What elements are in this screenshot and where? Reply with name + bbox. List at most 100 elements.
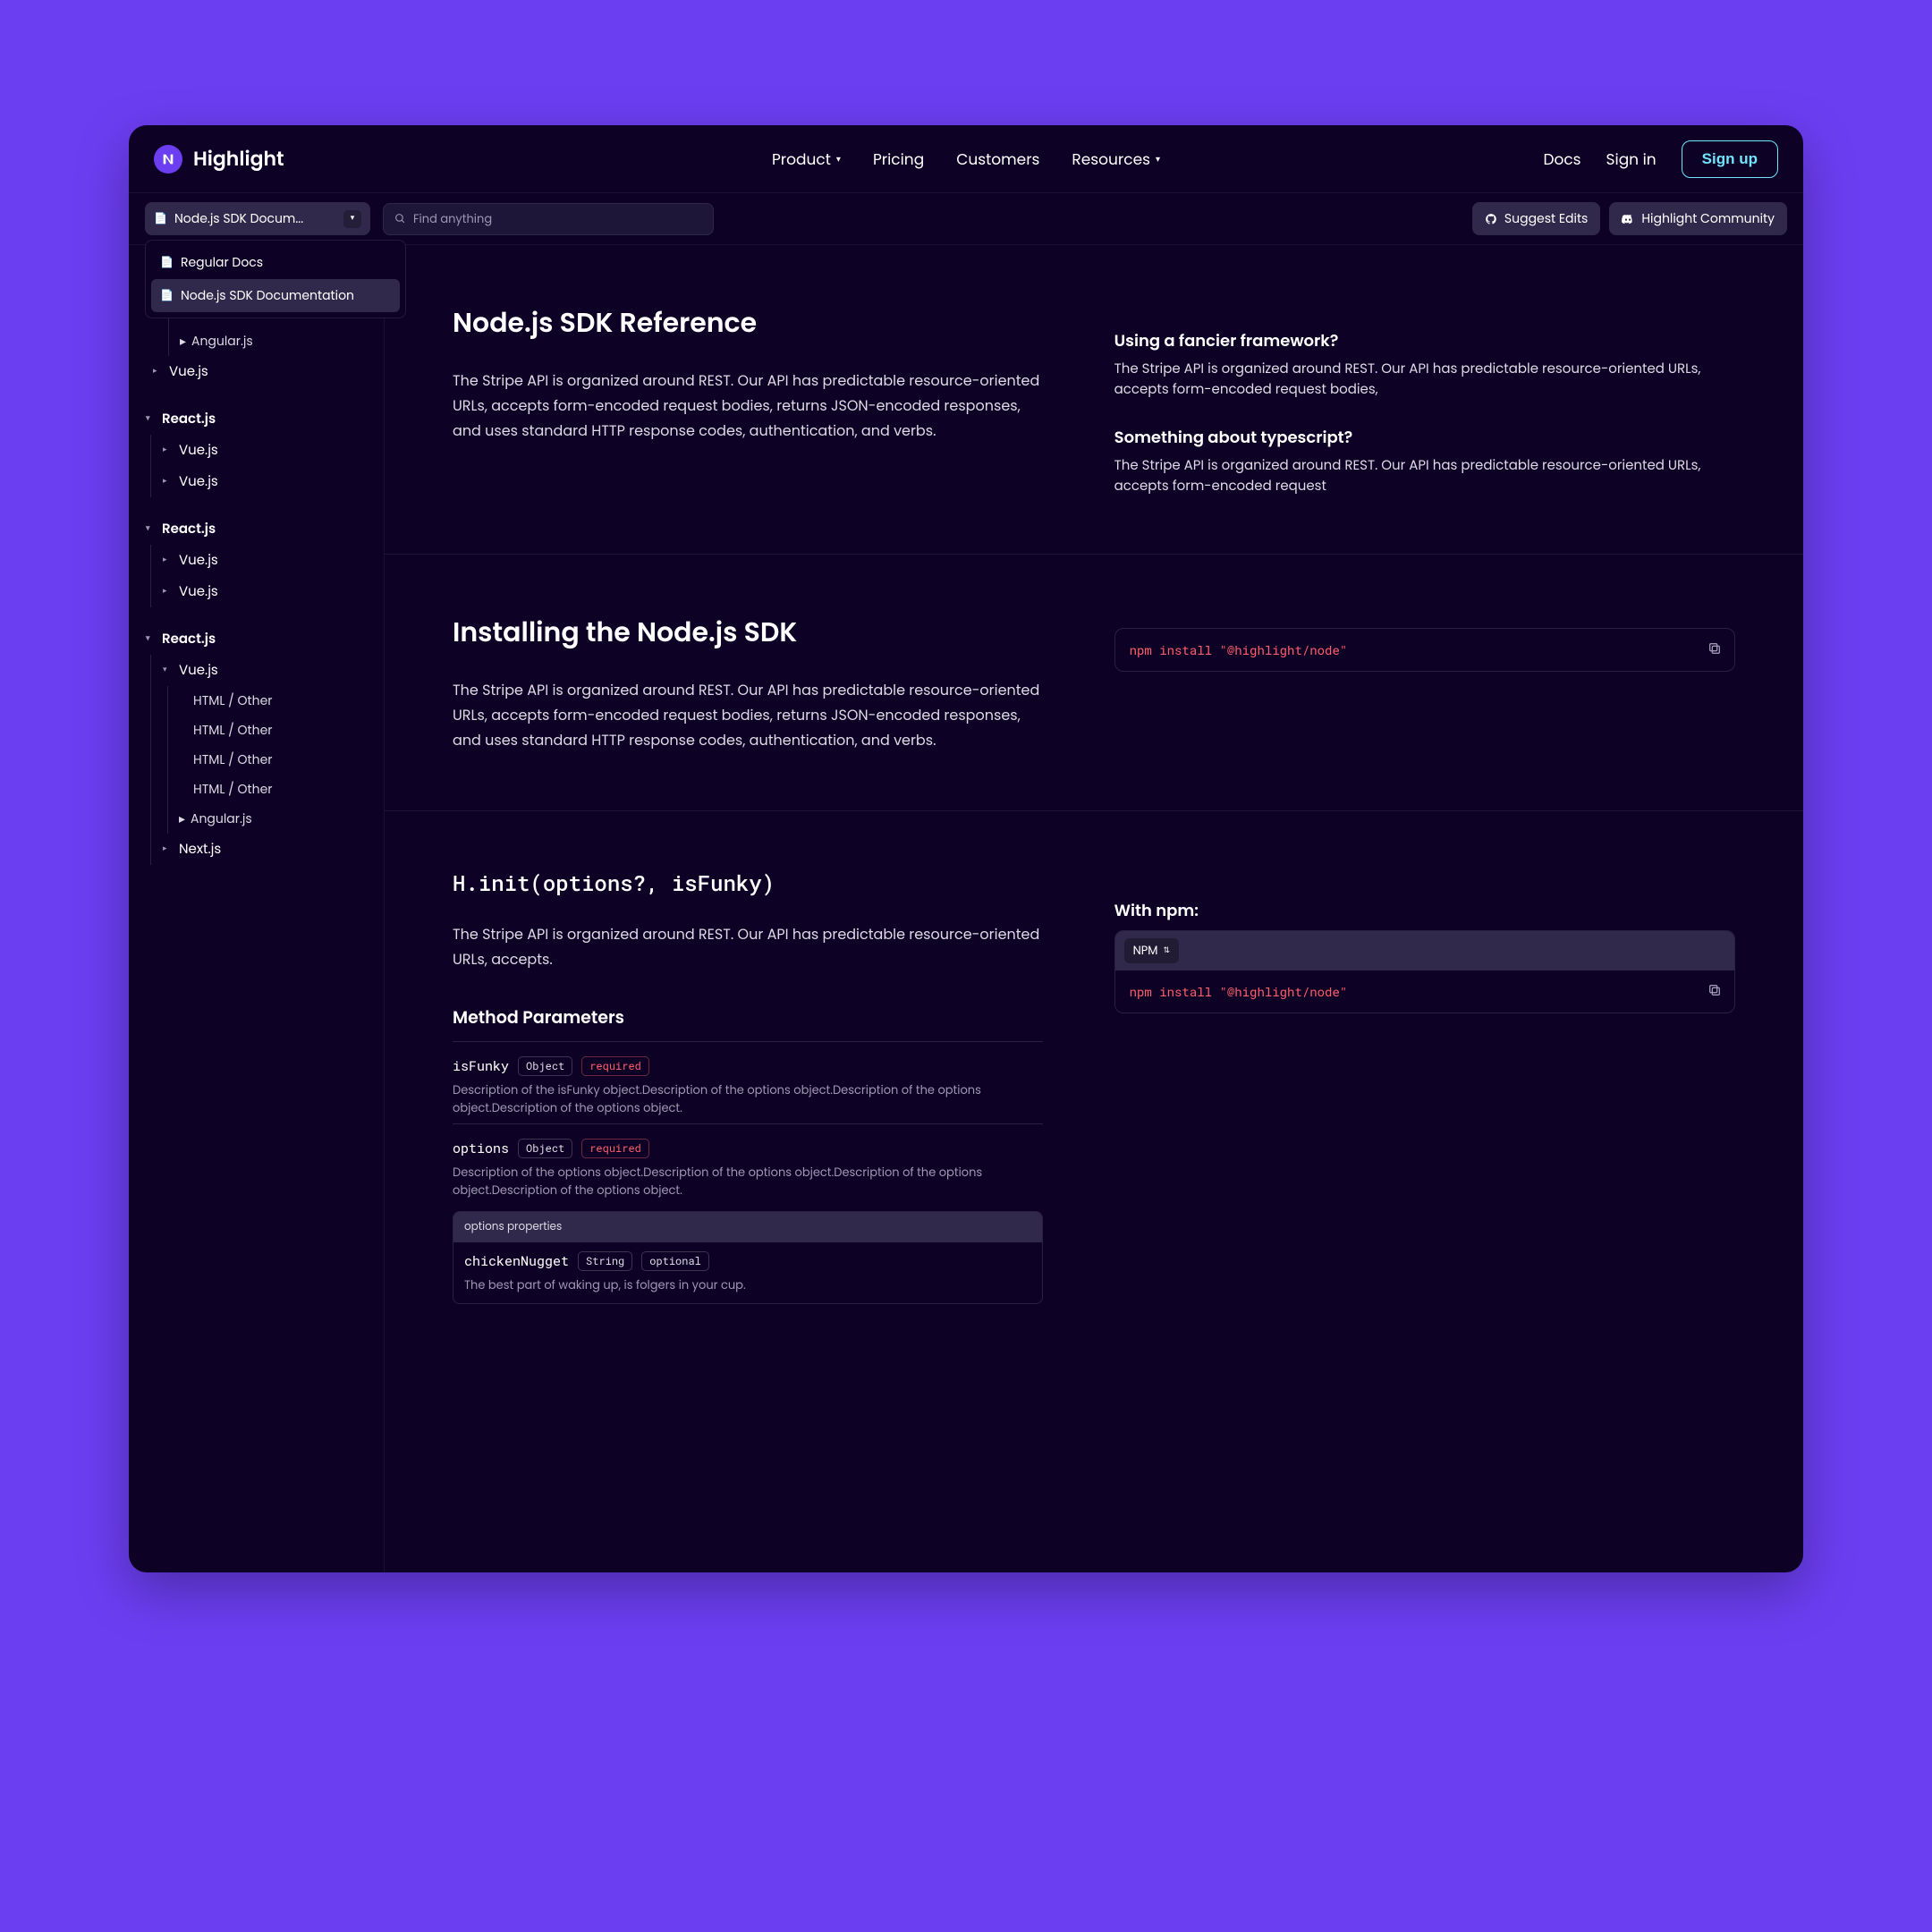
chevron-down-icon: ▾ bbox=[146, 633, 157, 645]
sidebar-item[interactable]: ▸Angular.js bbox=[175, 804, 371, 834]
file-icon: 📄 bbox=[154, 211, 167, 227]
chevron-down-icon: ▾ bbox=[163, 665, 174, 676]
aside-title: Using a fancier framework? bbox=[1114, 329, 1735, 353]
chevron-right-icon: ▸ bbox=[163, 445, 174, 456]
chevron-right-icon: ▸ bbox=[163, 843, 174, 855]
sidebar-item[interactable]: ▸Next.js bbox=[158, 834, 371, 865]
nav-right: Docs Sign in Sign up bbox=[1543, 140, 1778, 178]
param-name: isFunky bbox=[453, 1057, 509, 1075]
section-body: The Stripe API is organized around REST.… bbox=[453, 678, 1043, 753]
content[interactable]: Node.js SDK Reference The Stripe API is … bbox=[385, 245, 1803, 1572]
chevron-down-icon: ▾ bbox=[836, 152, 841, 166]
param-row: options Object required Description of t… bbox=[453, 1123, 1043, 1311]
section-title: Installing the Node.js SDK bbox=[453, 612, 1043, 653]
app-window: Highlight Product▾ Pricing Customers Res… bbox=[129, 125, 1803, 1572]
code-card: NPM ⇅ npm install "@highlight/node" bbox=[1114, 930, 1735, 1013]
selector-icon: ⇅ bbox=[1163, 945, 1170, 957]
toolbar: 📄 Node.js SDK Docum... ▾ Find anything S… bbox=[129, 193, 1803, 245]
nav-resources[interactable]: Resources▾ bbox=[1072, 148, 1160, 171]
logo-area: Highlight bbox=[154, 144, 284, 174]
sidebar-item[interactable]: HTML / Other bbox=[175, 686, 371, 716]
chevron-right-icon: ▸ bbox=[163, 476, 174, 487]
chevron-down-icon: ▾ bbox=[146, 523, 157, 535]
logo-icon bbox=[154, 145, 182, 174]
section-body: The Stripe API is organized around REST.… bbox=[453, 922, 1043, 972]
sidebar-item[interactable]: HTML / Other bbox=[175, 716, 371, 745]
nested-params: options properties chickenNugget String … bbox=[453, 1211, 1043, 1304]
param-type-chip: Object bbox=[518, 1056, 572, 1076]
section-installing: Installing the Node.js SDK The Stripe AP… bbox=[385, 555, 1803, 811]
sidebar-item[interactable]: ▾Vue.js bbox=[158, 655, 371, 686]
aside-body: The Stripe API is organized around REST.… bbox=[1114, 455, 1735, 497]
search-placeholder: Find anything bbox=[413, 210, 492, 228]
chevron-right-icon: ▸ bbox=[163, 555, 174, 566]
sidebar-item[interactable]: ▸Vue.js bbox=[148, 356, 371, 387]
code-snippet: npm install "@highlight/node" bbox=[1115, 970, 1734, 1013]
brand-name: Highlight bbox=[193, 144, 284, 174]
body: HTML / Other ▸Angular.js ▸Vue.js ▾React.… bbox=[129, 245, 1803, 1572]
param-name: options bbox=[453, 1140, 509, 1157]
code-card-header: NPM ⇅ bbox=[1115, 931, 1734, 970]
nav-product[interactable]: Product▾ bbox=[772, 148, 841, 171]
sidebar-item[interactable]: ▸Vue.js bbox=[158, 466, 371, 497]
file-icon: 📄 bbox=[160, 255, 174, 271]
doc-selector-label: Node.js SDK Docum... bbox=[174, 209, 336, 228]
sidebar-item[interactable]: ▸Angular.js bbox=[176, 326, 371, 356]
sidebar: HTML / Other ▸Angular.js ▸Vue.js ▾React.… bbox=[129, 245, 385, 1572]
community-button[interactable]: Highlight Community bbox=[1609, 202, 1787, 235]
doc-selector[interactable]: 📄 Node.js SDK Docum... ▾ bbox=[145, 202, 370, 235]
nested-params-header: options properties bbox=[453, 1212, 1042, 1242]
param-desc: The best part of waking up, is folgers i… bbox=[464, 1276, 1031, 1294]
dropdown-item-regular-docs[interactable]: 📄 Regular Docs bbox=[151, 246, 400, 279]
section-body: The Stripe API is organized around REST.… bbox=[453, 369, 1043, 444]
sidebar-item[interactable]: HTML / Other bbox=[175, 775, 371, 804]
param-desc: Description of the options object.Descri… bbox=[453, 1164, 1043, 1199]
code-label: With npm: bbox=[1114, 899, 1735, 923]
copy-icon[interactable] bbox=[1707, 641, 1722, 656]
sidebar-item[interactable]: ▸Vue.js bbox=[158, 576, 371, 607]
param-type-chip: Object bbox=[518, 1139, 572, 1158]
param-row: isFunky Object required Description of t… bbox=[453, 1041, 1043, 1123]
nav-customers[interactable]: Customers bbox=[956, 148, 1039, 171]
method-signature: H.init(options?, isFunky) bbox=[453, 869, 1043, 897]
package-manager-selector[interactable]: NPM ⇅ bbox=[1124, 938, 1179, 963]
suggest-edits-button[interactable]: Suggest Edits bbox=[1472, 202, 1600, 235]
dropdown-item-node-sdk[interactable]: 📄 Node.js SDK Documentation bbox=[151, 279, 400, 312]
chevron-down-icon: ▾ bbox=[343, 210, 361, 228]
copy-icon[interactable] bbox=[1707, 983, 1722, 997]
section-hinit: H.init(options?, isFunky) The Stripe API… bbox=[385, 811, 1803, 1368]
chevron-right-icon: ▸ bbox=[179, 809, 185, 828]
header: Highlight Product▾ Pricing Customers Res… bbox=[129, 125, 1803, 193]
nav-docs[interactable]: Docs bbox=[1543, 148, 1580, 171]
sidebar-item[interactable]: ▸Vue.js bbox=[158, 435, 371, 466]
param-required-chip: required bbox=[581, 1056, 649, 1076]
file-icon: 📄 bbox=[160, 288, 174, 304]
section-title: Node.js SDK Reference bbox=[453, 302, 1043, 343]
discord-icon bbox=[1622, 213, 1634, 225]
sidebar-item[interactable]: HTML / Other bbox=[175, 745, 371, 775]
params-heading: Method Parameters bbox=[453, 1004, 1043, 1030]
doc-selector-dropdown: 📄 Regular Docs 📄 Node.js SDK Documentati… bbox=[145, 240, 406, 318]
chevron-right-icon: ▸ bbox=[163, 586, 174, 597]
chevron-down-icon: ▾ bbox=[1156, 152, 1160, 166]
param-desc: Description of the isFunky object.Descri… bbox=[453, 1081, 1043, 1116]
toolbar-right: Suggest Edits Highlight Community bbox=[1472, 202, 1787, 235]
nav-signin[interactable]: Sign in bbox=[1606, 148, 1657, 171]
nav-center: Product▾ Pricing Customers Resources▾ bbox=[772, 148, 1160, 171]
param-required-chip: required bbox=[581, 1139, 649, 1158]
sidebar-section-react[interactable]: ▾React.js bbox=[141, 623, 371, 655]
section-reference: Node.js SDK Reference The Stripe API is … bbox=[385, 245, 1803, 555]
search-input[interactable]: Find anything bbox=[383, 203, 714, 235]
aside-body: The Stripe API is organized around REST.… bbox=[1114, 359, 1735, 401]
sidebar-item[interactable]: ▸Vue.js bbox=[158, 545, 371, 576]
param-name: chickenNugget bbox=[464, 1252, 569, 1270]
sidebar-section-react[interactable]: ▾React.js bbox=[141, 403, 371, 435]
aside-title: Something about typescript? bbox=[1114, 426, 1735, 450]
github-icon bbox=[1485, 213, 1497, 225]
chevron-down-icon: ▾ bbox=[146, 413, 157, 425]
signup-button[interactable]: Sign up bbox=[1682, 140, 1778, 178]
chevron-right-icon: ▸ bbox=[180, 332, 186, 351]
nav-pricing[interactable]: Pricing bbox=[873, 148, 924, 171]
param-type-chip: String bbox=[578, 1251, 632, 1271]
sidebar-section-react[interactable]: ▾React.js bbox=[141, 513, 371, 545]
